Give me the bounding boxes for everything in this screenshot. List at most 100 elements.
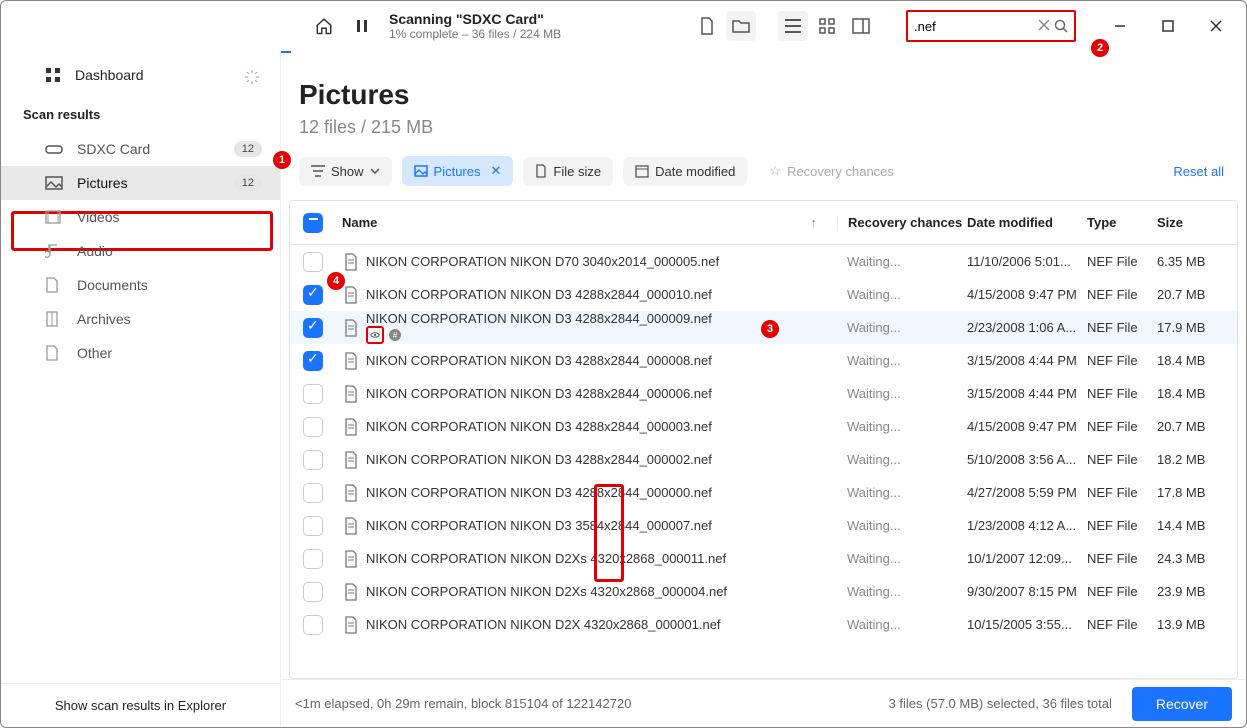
grid-view-icon[interactable] (812, 11, 842, 41)
file-size: 13.9 MB (1157, 617, 1237, 632)
file-size: 14.4 MB (1157, 518, 1237, 533)
row-checkbox[interactable] (303, 615, 323, 635)
table-row[interactable]: NIKON CORPORATION NIKON D3 4288x2844_000… (290, 377, 1237, 410)
sort-arrow-icon[interactable]: ↑ (811, 215, 838, 230)
row-checkbox[interactable] (303, 516, 323, 536)
table-row[interactable]: NIKON CORPORATION NIKON D3 4288x2844_000… (290, 410, 1237, 443)
pause-icon[interactable] (347, 11, 377, 41)
star-icon: ☆ (769, 163, 781, 179)
sidebar-footer-button[interactable]: Show scan results in Explorer (1, 683, 280, 727)
chip-filesize[interactable]: File size (523, 157, 613, 186)
col-name[interactable]: Name ↑ (336, 215, 837, 230)
search-icon[interactable] (1054, 19, 1068, 33)
chip-recovery[interactable]: ☆ Recovery chances (757, 156, 906, 186)
file-icon (336, 319, 366, 337)
file-name: NIKON CORPORATION NIKON D3 4288x2844_000… (366, 452, 837, 467)
row-checkbox[interactable] (303, 549, 323, 569)
sidebar-item-archives[interactable]: Archives (1, 302, 280, 336)
file-type: NEF File (1087, 518, 1157, 533)
topbar: Disk Drill Scanning "SDXC Card" 1% compl… (1, 1, 1246, 51)
show-label: Show (331, 164, 364, 179)
row-checkbox[interactable] (303, 384, 323, 404)
sidebar-item-label: Other (77, 345, 112, 361)
file-type: NEF File (1087, 584, 1157, 599)
hex-icon[interactable]: # (386, 326, 404, 344)
window-minimize[interactable] (1100, 11, 1140, 41)
recovery-status: Waiting... (837, 353, 967, 368)
folder-icon[interactable] (726, 11, 756, 41)
row-checkbox[interactable] (303, 351, 323, 371)
col-date[interactable]: Date modified (967, 215, 1087, 230)
preview-pane-icon[interactable] (846, 11, 876, 41)
documents-icon (45, 277, 63, 293)
sidebar-item-other[interactable]: Other (1, 336, 280, 370)
clear-search-icon[interactable] (1038, 19, 1050, 33)
chip-pictures[interactable]: Pictures ✕ (402, 156, 514, 186)
table-row[interactable]: NIKON CORPORATION NIKON D3 4288x2844_000… (290, 476, 1237, 509)
table-row[interactable]: NIKON CORPORATION NIKON D3 4288x2844_000… (290, 344, 1237, 377)
table-row[interactable]: NIKON CORPORATION NIKON D3 3584x2844_000… (290, 509, 1237, 542)
file-name: NIKON CORPORATION NIKON D3 3584x2844_000… (366, 518, 837, 533)
file-icon (336, 451, 366, 469)
window-close[interactable] (1196, 11, 1236, 41)
file-type: NEF File (1087, 353, 1157, 368)
file-type: NEF File (1087, 452, 1157, 467)
table-row[interactable]: NIKON CORPORATION NIKON D2Xs 4320x2868_0… (290, 542, 1237, 575)
table-row[interactable]: NIKON CORPORATION NIKON D2X 4320x2868_00… (290, 608, 1237, 641)
file-date: 4/27/2008 5:59 PM (967, 485, 1087, 500)
selection-text: 3 files (57.0 MB) selected, 36 files tot… (889, 696, 1112, 711)
file-type: NEF File (1087, 386, 1157, 401)
row-checkbox[interactable] (303, 318, 323, 338)
sidebar-item-sdxc[interactable]: SDXC Card 12 (1, 132, 280, 166)
row-checkbox[interactable] (303, 483, 323, 503)
reset-all-link[interactable]: Reset all (1173, 164, 1228, 179)
show-dropdown[interactable]: Show (299, 157, 392, 186)
row-checkbox[interactable] (303, 285, 323, 305)
select-all-checkbox[interactable] (303, 213, 323, 233)
table-row[interactable]: NIKON CORPORATION NIKON D3 4288x2844_000… (290, 278, 1237, 311)
page-subtitle: 12 files / 215 MB (299, 117, 1228, 138)
row-checkbox[interactable] (303, 252, 323, 272)
col-type[interactable]: Type (1087, 215, 1157, 230)
table-row[interactable]: NIKON CORPORATION NIKON D3 4288x2844_000… (290, 443, 1237, 476)
scan-status: Scanning "SDXC Card" 1% complete – 36 fi… (389, 11, 561, 41)
recovery-status: Waiting... (837, 386, 967, 401)
recovery-status: Waiting... (837, 320, 967, 335)
table-row[interactable]: NIKON CORPORATION NIKON D2Xs 4320x2868_0… (290, 575, 1237, 608)
col-size[interactable]: Size (1157, 215, 1237, 230)
count-badge: 12 (234, 141, 262, 157)
search-input[interactable] (914, 19, 1014, 34)
chip-remove-icon[interactable]: ✕ (491, 163, 502, 179)
sidebar-dashboard[interactable]: Dashboard (1, 57, 280, 93)
preview-icon[interactable] (366, 326, 384, 344)
table-row[interactable]: NIKON CORPORATION NIKON D70 3040x2014_00… (290, 245, 1237, 278)
recovery-status: Waiting... (837, 584, 967, 599)
file-icon[interactable] (692, 11, 722, 41)
row-checkbox[interactable] (303, 417, 323, 437)
file-name: NIKON CORPORATION NIKON D3 4288x2844_000… (366, 287, 837, 302)
window-maximize[interactable] (1148, 11, 1188, 41)
file-type: NEF File (1087, 485, 1157, 500)
col-recovery[interactable]: Recovery chances (837, 215, 967, 230)
sidebar-item-label: Archives (77, 311, 131, 327)
list-view-icon[interactable] (778, 11, 808, 41)
sidebar-item-videos[interactable]: Videos (1, 200, 280, 234)
drive-icon (45, 143, 63, 155)
file-icon (336, 418, 366, 436)
file-icon (336, 550, 366, 568)
videos-icon (45, 210, 63, 224)
recovery-status: Waiting... (837, 617, 967, 632)
home-icon[interactable] (309, 11, 339, 41)
file-icon (336, 484, 366, 502)
spinner-icon (244, 69, 260, 85)
row-checkbox[interactable] (303, 582, 323, 602)
sidebar-item-pictures[interactable]: Pictures 12 (1, 166, 280, 200)
chip-label: Recovery chances (787, 164, 894, 179)
archives-icon (45, 311, 63, 327)
recover-button[interactable]: Recover (1132, 687, 1232, 721)
chip-datemodified[interactable]: Date modified (623, 157, 747, 186)
row-checkbox[interactable] (303, 450, 323, 470)
sidebar-item-audio[interactable]: Audio (1, 234, 280, 268)
sidebar-item-documents[interactable]: Documents (1, 268, 280, 302)
file-date: 10/1/2007 12:09... (967, 551, 1087, 566)
